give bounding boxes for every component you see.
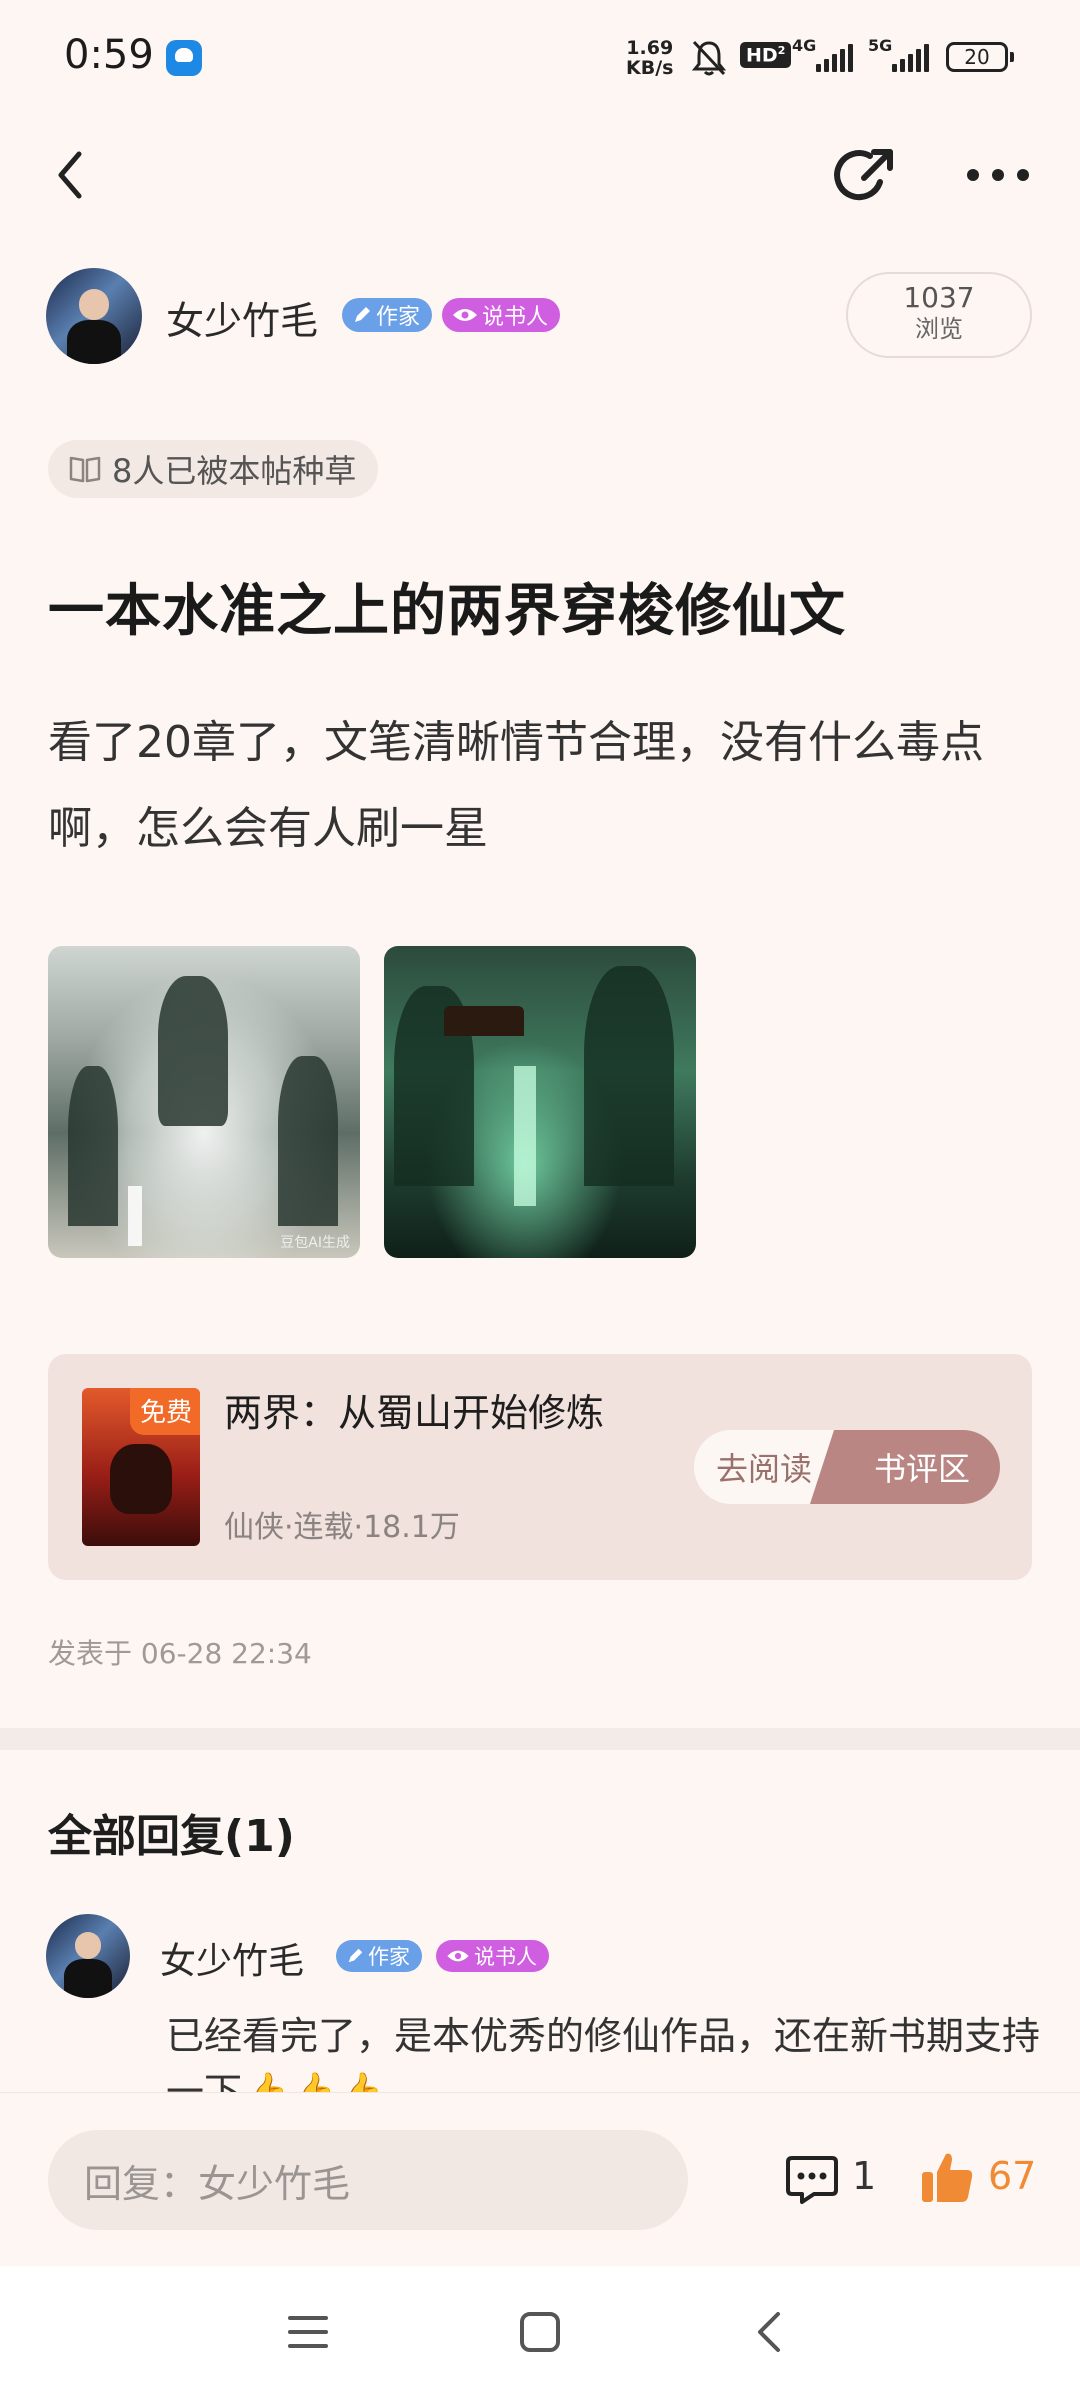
seeded-count-pill: 8人已被本帖种草 bbox=[48, 440, 379, 498]
status-time: 0:59 bbox=[64, 32, 154, 78]
read-button-label: 去阅读 bbox=[715, 1450, 812, 1488]
storyteller-tag: 说书人 bbox=[442, 298, 561, 332]
comment-button[interactable] bbox=[784, 2152, 840, 2210]
more-button[interactable] bbox=[962, 150, 1034, 200]
network-speed: 1.69 KB/s bbox=[626, 38, 673, 78]
menu-icon bbox=[288, 2316, 328, 2348]
network-speed-unit: KB/s bbox=[626, 57, 674, 79]
image-caption: 豆包AI生成 bbox=[280, 1235, 350, 1251]
eye-icon bbox=[453, 309, 477, 321]
book-actions: 去阅读 书评区 bbox=[694, 1430, 1000, 1504]
nav-back-button[interactable] bbox=[752, 2310, 788, 2358]
storyteller-tag-label: 说书人 bbox=[482, 305, 549, 330]
free-badge: 免费 bbox=[129, 1388, 200, 1435]
eye-icon bbox=[447, 1950, 469, 1962]
reply-input[interactable]: 回复：女少竹毛 bbox=[48, 2130, 688, 2230]
views-label: 浏览 bbox=[915, 315, 963, 343]
section-divider bbox=[0, 1728, 1080, 1750]
reply-author-name[interactable]: 女少竹毛 bbox=[160, 1932, 304, 1984]
recent-apps-button[interactable] bbox=[286, 2310, 330, 2358]
reply-storyteller-tag-label: 说书人 bbox=[474, 1945, 537, 1969]
book-icon bbox=[69, 456, 101, 483]
seeded-text: 8人已被本帖种草 bbox=[112, 452, 357, 490]
home-square-icon bbox=[520, 2312, 560, 2352]
reply-writer-tag-label: 作家 bbox=[368, 1945, 410, 1969]
like-count: 67 bbox=[988, 2154, 1037, 2198]
replies-heading: 全部回复(1) bbox=[48, 1811, 295, 1862]
comment-icon bbox=[786, 2156, 838, 2204]
signal-bars-icon bbox=[892, 44, 930, 72]
home-button[interactable] bbox=[518, 2310, 562, 2358]
views-count: 1037 bbox=[903, 281, 975, 314]
battery-indicator: 20 bbox=[946, 42, 1014, 72]
network-speed-value: 1.69 bbox=[626, 37, 674, 59]
chevron-left-icon bbox=[758, 2312, 780, 2352]
post-image-2[interactable] bbox=[384, 946, 696, 1258]
network-type-5g: 5G bbox=[868, 36, 893, 55]
author-name[interactable]: 女少竹毛 bbox=[166, 290, 318, 345]
reply-author-avatar[interactable] bbox=[46, 1914, 130, 1998]
post-timestamp: 发表于 06-28 22:34 bbox=[48, 1637, 312, 1670]
thumbs-up-icon bbox=[922, 2153, 973, 2202]
mute-bell-icon bbox=[690, 38, 728, 82]
book-title[interactable]: 两界：从蜀山开始修炼 bbox=[224, 1386, 644, 1440]
signal-5g: 5G bbox=[868, 36, 930, 72]
post-body: 看了20章了，文笔清晰情节合理，没有什么毒点啊，怎么会有人刷一星 bbox=[48, 717, 984, 854]
writer-tag-label: 作家 bbox=[376, 305, 421, 330]
post-title: 一本水准之上的两界穿梭修仙文 bbox=[48, 579, 846, 644]
network-type-4g: 4G bbox=[792, 36, 817, 55]
post-image-1[interactable]: 豆包AI生成 bbox=[48, 946, 360, 1258]
pen-icon bbox=[355, 307, 370, 322]
reply-input-placeholder: 回复：女少竹毛 bbox=[84, 2161, 351, 2206]
app-notification-icon bbox=[166, 40, 202, 76]
reply-storyteller-tag: 说书人 bbox=[436, 1940, 549, 1972]
back-button[interactable] bbox=[40, 140, 100, 210]
review-area-button-label: 书评区 bbox=[873, 1450, 970, 1488]
share-icon bbox=[834, 149, 893, 201]
writer-tag: 作家 bbox=[342, 298, 433, 332]
chevron-left-icon bbox=[58, 151, 82, 199]
signal-4g: 4G bbox=[792, 36, 854, 72]
comment-count: 1 bbox=[852, 2154, 877, 2198]
review-area-button[interactable]: 书评区 bbox=[844, 1430, 1000, 1504]
share-button[interactable] bbox=[830, 142, 900, 212]
views-counter: 1037 浏览 bbox=[846, 272, 1032, 358]
signal-bars-icon bbox=[816, 44, 854, 72]
reply-writer-tag: 作家 bbox=[336, 1940, 422, 1972]
book-meta: 仙侠·连载·18.1万 bbox=[224, 1510, 460, 1545]
author-avatar[interactable] bbox=[46, 268, 142, 364]
more-horizontal-icon bbox=[967, 169, 1029, 181]
pen-icon bbox=[348, 1948, 363, 1963]
book-cover[interactable]: 免费 bbox=[82, 1388, 200, 1546]
like-button[interactable] bbox=[918, 2150, 976, 2210]
hd-voice-badge: HD2 bbox=[740, 42, 792, 69]
